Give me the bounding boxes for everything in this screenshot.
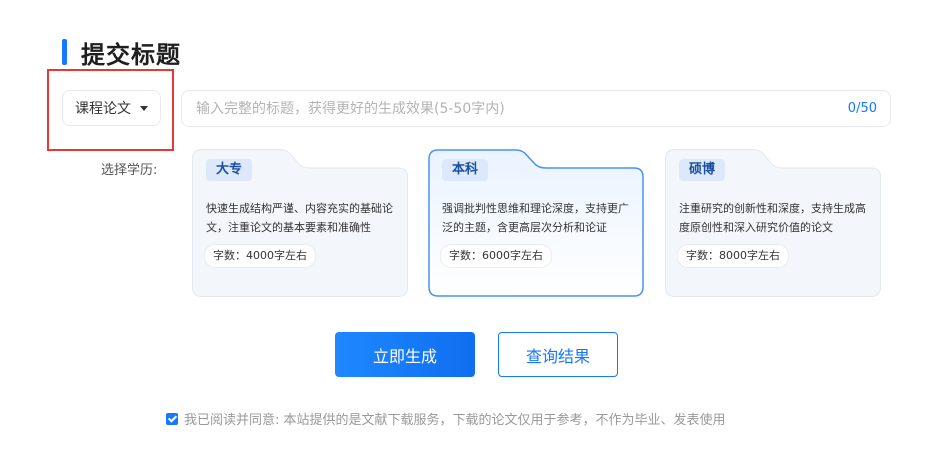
generate-button[interactable]: 立即生成 [335, 332, 475, 377]
page-title: 提交标题 [81, 40, 181, 69]
title-accent-bar [62, 39, 67, 65]
paper-type-selected-label: 课程论文 [75, 101, 131, 117]
card-description: 注重研究的创新性和深度，支持生成高度原创性和深入研究价值的论文 [679, 202, 866, 234]
card-word-count: 字数：8000字左右 [677, 244, 789, 268]
card-description: 快速生成结构严谨、内容充实的基础论文，注重论文的基本要素和准确性 [206, 202, 393, 234]
card-description: 强调批判性思维和理论深度，支持更广泛的主题，含更高层次分析和论证 [442, 202, 629, 234]
char-counter: 0/50 [847, 101, 877, 116]
card-tag: 本科 [442, 159, 489, 181]
card-tag: 大专 [206, 159, 253, 181]
education-card-associate[interactable]: 大专 快速生成结构严谨、内容充实的基础论文，注重论文的基本要素和准确性 字数：4… [192, 149, 408, 297]
agreement-text: 我已阅读并同意: 本站提供的是文献下载服务，下载的论文仅用于参考，不作为毕业、发… [184, 413, 726, 428]
title-input[interactable] [182, 91, 822, 126]
card-tag: 硕博 [679, 159, 726, 181]
education-card-bachelor[interactable]: 本科 强调批判性思维和理论深度，支持更广泛的主题，含更高层次分析和论证 字数：6… [428, 149, 644, 297]
education-label: 选择学历: [101, 163, 158, 178]
caret-down-icon [140, 106, 148, 111]
card-word-count: 字数：6000字左右 [440, 244, 552, 268]
agreement-row[interactable]: 我已阅读并同意: 本站提供的是文献下载服务，下载的论文仅用于参考，不作为毕业、发… [166, 409, 726, 428]
checkbox-checked-icon[interactable] [166, 412, 178, 425]
query-results-button[interactable]: 查询结果 [498, 332, 618, 377]
paper-type-dropdown[interactable]: 课程论文 [62, 90, 161, 126]
section-header: 提交标题 [62, 36, 181, 69]
education-card-graduate[interactable]: 硕博 注重研究的创新性和深度，支持生成高度原创性和深入研究价值的论文 字数：80… [665, 149, 881, 297]
title-input-container: 0/50 [181, 90, 891, 127]
card-word-count: 字数：4000字左右 [204, 244, 316, 268]
